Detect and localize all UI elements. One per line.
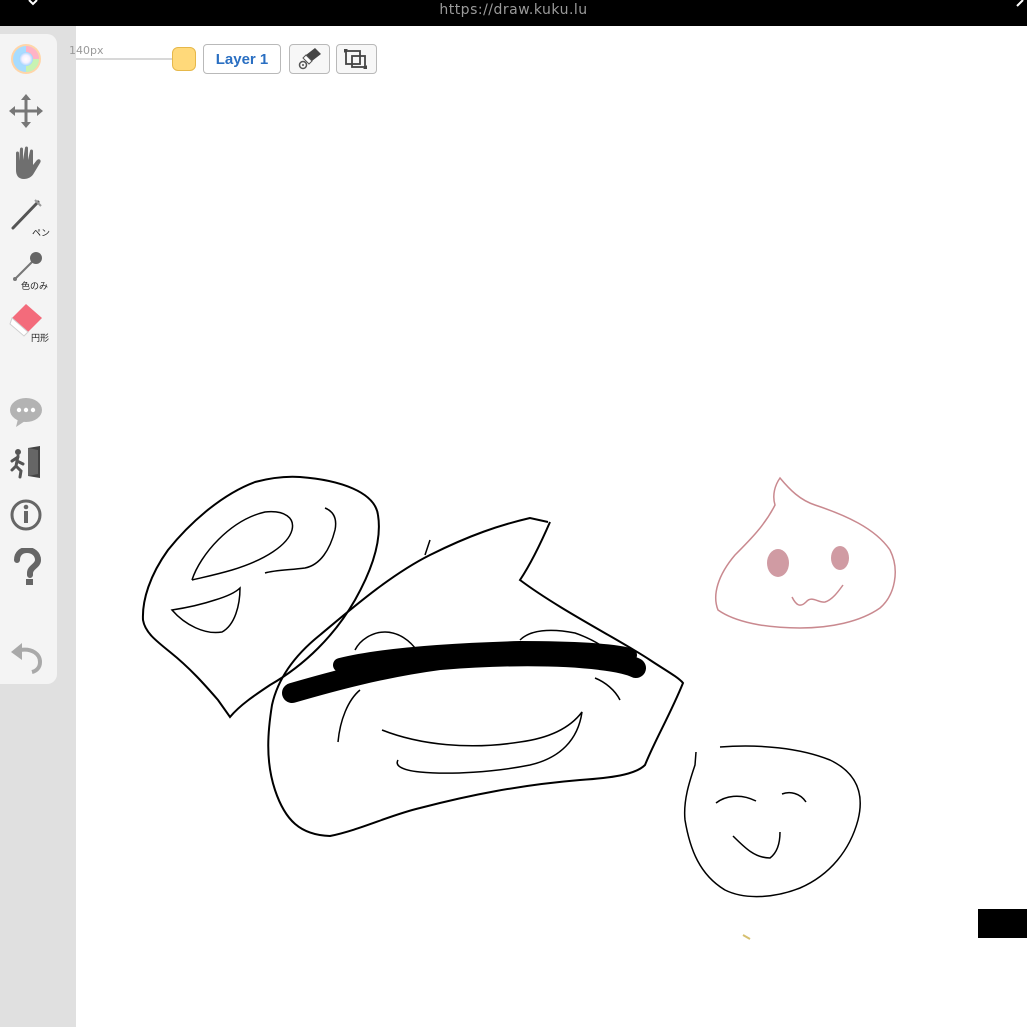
help-button[interactable] (8, 548, 48, 588)
stroke-smile-blob-eye-left (715, 795, 757, 804)
exit-button[interactable] (8, 444, 48, 484)
info-button[interactable] (8, 496, 48, 536)
stroke-pink-face-outline (714, 476, 896, 629)
eyedropper-caption: 色のみ (21, 282, 49, 292)
question-mark-icon (14, 548, 42, 585)
stroke-smile-blob-outline (683, 745, 861, 898)
brush-size-label: 140px (69, 44, 104, 57)
drawing-canvas[interactable] (76, 26, 1027, 1027)
stroke-smile-blob-eye-right (781, 791, 807, 803)
expand-icon[interactable] (1015, 0, 1025, 8)
move-tool[interactable] (8, 92, 48, 132)
eraser-tool[interactable]: 円形 (8, 300, 49, 344)
stroke-pink-face-eye-right (831, 546, 849, 570)
transform-button[interactable] (336, 44, 377, 74)
color-wheel-icon (11, 44, 41, 74)
hand-tool[interactable] (8, 143, 48, 183)
url-text[interactable]: https://draw.kuku.lu (0, 2, 1027, 18)
stroke-big-face-fang-right (594, 677, 621, 701)
color-wheel-button[interactable] (8, 40, 48, 80)
eraser-caption: 円形 (31, 334, 50, 344)
stroke-big-face-fang-left (337, 689, 361, 743)
layer-button[interactable]: Layer 1 (203, 44, 281, 74)
move-arrows-icon (9, 94, 43, 128)
chat-bubble-icon (10, 398, 42, 427)
eraser-settings-button[interactable] (289, 44, 330, 74)
stroke-big-face-mark (424, 539, 431, 556)
pen-tool[interactable]: ペン (8, 196, 51, 239)
eraser-gear-icon (298, 48, 321, 70)
undo-arrow-icon (11, 643, 43, 674)
hand-icon (16, 146, 41, 179)
stroke-pink-face-eye-left (767, 549, 789, 577)
stroke-big-face-mouth (381, 711, 583, 774)
stroke-left-face-eye-top (191, 510, 294, 581)
exit-door-icon (10, 446, 40, 479)
current-color-swatch[interactable] (172, 47, 196, 71)
pen-caption: ペン (32, 229, 51, 239)
stroke-left-face-eye-right (264, 507, 337, 574)
stroke-small-yellow-mark (742, 934, 751, 940)
transform-icon (344, 49, 367, 69)
black-rectangle-stroke (978, 909, 1027, 938)
browser-bar: https://draw.kuku.lu (0, 0, 1027, 26)
info-icon (10, 499, 42, 531)
eyedropper-tool[interactable]: 色のみ (8, 248, 48, 292)
brush-size-slider[interactable] (76, 58, 176, 60)
chat-button[interactable] (8, 392, 48, 432)
undo-button[interactable] (8, 638, 48, 678)
stroke-pink-face-mouth (791, 584, 844, 606)
stroke-smile-blob-mouth (732, 831, 781, 859)
stroke-left-face-mouth (170, 586, 241, 634)
